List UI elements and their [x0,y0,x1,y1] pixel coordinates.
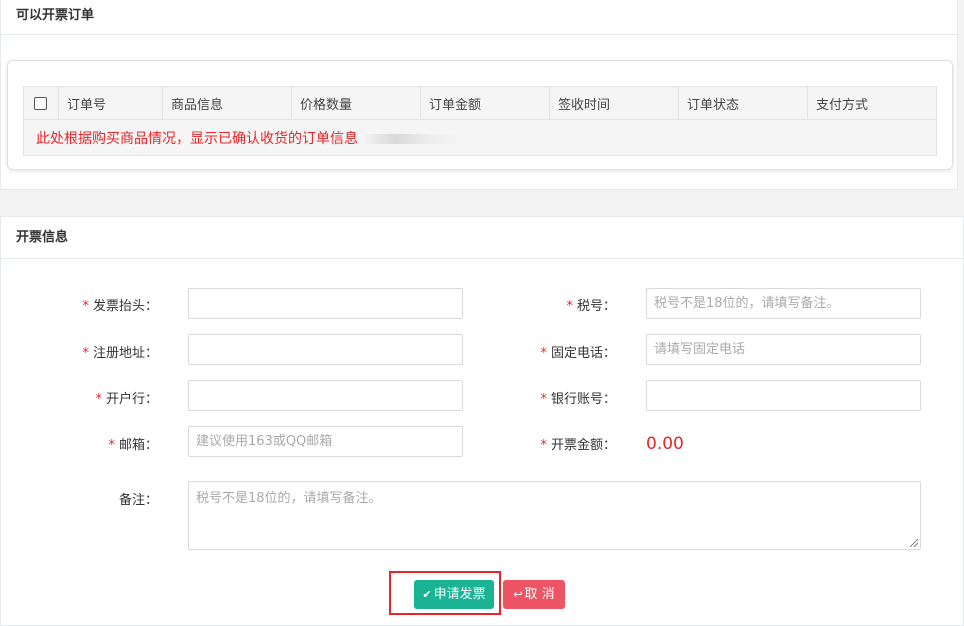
invoice-title-input[interactable] [188,288,463,319]
phone-label: * 固定电话： [540,346,616,361]
col-order-no: 订单号 [58,86,163,120]
bank-input[interactable] [188,380,463,411]
orders-table-card: 订单号 商品信息 价格数量 订单金额 签收时间 订单状态 支付方式 此处根据购买… [7,60,953,170]
bank-account-label: * 银行账号： [540,392,616,407]
remark-textarea[interactable]: 税号不是18位的，请填写备注。 [188,481,921,550]
select-all-cell [23,86,59,120]
apply-invoice-button[interactable]: ✔ 申请发票 [414,580,494,609]
tax-no-label: * 税号： [566,299,616,314]
bank-label: * 开户行： [95,392,158,407]
invoice-amount-label: * 开票金额： [540,438,616,453]
phone-input[interactable]: 请填写固定电话 [646,334,921,365]
invoice-info-panel: 开票信息 [0,216,964,626]
reg-address-label: * 注册地址： [82,346,158,361]
invoice-amount-value: 0.00 [646,434,684,454]
invoiceable-orders-panel: 可以开票订单 订单号 商品信息 价格数量 订单金额 签收时间 订单状态 支付方式 [0,0,958,190]
blurred-text [362,134,462,144]
orders-table: 订单号 商品信息 价格数量 订单金额 签收时间 订单状态 支付方式 此处根据购买… [23,86,937,156]
tax-no-input[interactable]: 税号不是18位的，请填写备注。 [646,288,921,319]
select-all-checkbox[interactable] [34,96,47,110]
notice-cell: 此处根据购买商品情况，显示已确认收货的订单信息 [23,119,937,156]
orders-notice: 此处根据购买商品情况，显示已确认收货的订单信息 [36,130,358,147]
email-input[interactable]: 建议使用163或QQ邮箱 [188,426,463,457]
orders-panel-title: 可以开票订单 [1,0,957,35]
cancel-button[interactable]: ↩ 取 消 [503,580,565,609]
remark-label: 备注： [118,493,158,508]
table-row: 此处根据购买商品情况，显示已确认收货的订单信息 [23,119,937,156]
col-product-info: 商品信息 [162,86,292,120]
invoice-title-label: * 发票抬头： [82,299,158,314]
col-payment-method: 支付方式 [807,86,937,120]
col-order-amount: 订单金额 [420,86,550,120]
invoice-panel-title: 开票信息 [1,217,963,259]
col-receipt-time: 签收时间 [549,86,679,120]
remark-placeholder: 税号不是18位的，请填写备注。 [196,491,382,506]
reg-address-input[interactable] [188,334,463,365]
col-order-status: 订单状态 [678,86,808,120]
col-price-qty: 价格数量 [291,86,421,120]
bank-account-input[interactable] [646,380,921,411]
check-icon: ✔ [422,588,432,601]
reply-icon: ↩ [513,588,523,601]
email-label: * 邮箱： [108,438,158,453]
orders-table-header: 订单号 商品信息 价格数量 订单金额 签收时间 订单状态 支付方式 [23,86,937,120]
resize-handle-icon[interactable] [910,539,918,547]
